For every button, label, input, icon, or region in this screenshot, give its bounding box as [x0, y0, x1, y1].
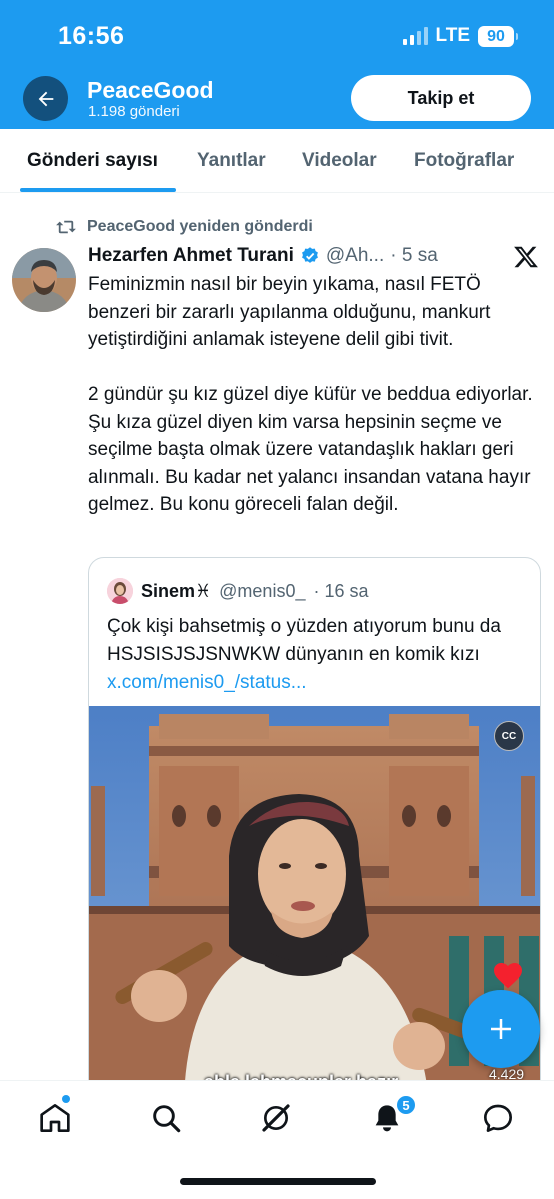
nav-search[interactable] — [149, 1101, 183, 1135]
author-handle[interactable]: @Ah... — [326, 245, 384, 267]
follow-button[interactable]: Takip et — [351, 75, 531, 121]
home-icon — [40, 1104, 70, 1132]
quote-time: · 16 sa — [313, 580, 369, 601]
tab-posts[interactable]: Gönderi sayısı — [27, 150, 158, 172]
active-tab-indicator — [20, 188, 176, 192]
repost-icon — [56, 220, 76, 234]
post-count: 1.198 gönderi — [88, 103, 180, 120]
profile-header: 16:56 LTE 90 PeaceGood 1.198 gönderi Tak… — [0, 0, 554, 129]
quote-text-block: Çok kişi bahsetmiş o yüzden atıyorum bun… — [107, 613, 527, 697]
tweet-time: · 5 sa — [390, 245, 438, 266]
quote-author-row: Sinem♓ @menis0_ · 16 sa — [107, 578, 369, 604]
quote-author-avatar — [107, 578, 133, 604]
quote-author-name: Sinem♓ — [141, 580, 212, 601]
tab-replies[interactable]: Yanıtlar — [197, 150, 266, 172]
nav-messages[interactable] — [481, 1101, 515, 1135]
tab-photos[interactable]: Fotoğraflar — [414, 150, 514, 172]
plus-icon — [491, 1019, 511, 1039]
status-icons: LTE 90 — [402, 25, 518, 47]
back-button[interactable] — [23, 76, 68, 121]
profile-tabs: Gönderi sayısı Yanıtlar Videolar Fotoğra… — [0, 129, 554, 193]
network-type: LTE — [435, 25, 470, 46]
closed-captions-button[interactable]: CC — [494, 721, 524, 751]
profile-name: PeaceGood — [87, 77, 214, 103]
home-indicator — [180, 1178, 376, 1185]
battery-level: 90 — [487, 27, 505, 45]
status-time: 16:56 — [58, 22, 125, 50]
tweet-text: Feminizmin nasıl bir beyin yıkama, nasıl… — [88, 274, 533, 515]
arrow-left-icon — [38, 91, 53, 106]
repost-label: PeaceGood yeniden gönderdi — [87, 218, 313, 235]
battery-icon: 90 — [478, 25, 518, 47]
home-unread-dot — [62, 1095, 70, 1103]
signal-icon — [402, 27, 428, 45]
quote-text: Çok kişi bahsetmiş o yüzden atıyorum bun… — [107, 616, 501, 665]
grok-icon — [262, 1104, 290, 1132]
messages-icon — [484, 1104, 512, 1132]
quote-author-handle: @menis0_ — [219, 580, 306, 601]
nav-grok[interactable] — [259, 1101, 293, 1135]
quote-link[interactable]: x.com/menis0_/status... — [107, 672, 307, 693]
repost-indicator: PeaceGood yeniden gönderdi — [55, 218, 313, 236]
compose-button[interactable] — [462, 990, 540, 1068]
tweet-author-row: Hezarfen Ahmet Turani @Ah... · 5 sa — [88, 245, 468, 267]
tab-videos[interactable]: Videolar — [302, 150, 377, 172]
search-icon — [153, 1105, 181, 1133]
author-avatar[interactable] — [12, 248, 76, 312]
author-name[interactable]: Hezarfen Ahmet Turani — [88, 245, 294, 267]
nav-home[interactable] — [38, 1101, 72, 1135]
notification-count-badge: 5 — [395, 1094, 417, 1116]
verified-badge-icon — [300, 246, 320, 266]
